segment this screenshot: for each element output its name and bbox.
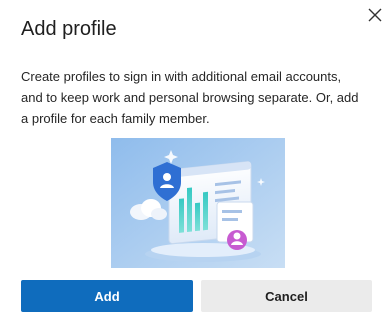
profiles-illustration <box>111 138 285 268</box>
add-button[interactable]: Add <box>21 280 193 312</box>
cancel-button[interactable]: Cancel <box>201 280 372 312</box>
close-icon <box>368 8 382 22</box>
dialog-description: Create profiles to sign in with addition… <box>21 69 359 126</box>
close-button[interactable] <box>364 4 386 26</box>
add-profile-dialog: Add profile Create profiles to sign in w… <box>0 0 390 332</box>
dialog-title: Add profile <box>21 18 117 40</box>
